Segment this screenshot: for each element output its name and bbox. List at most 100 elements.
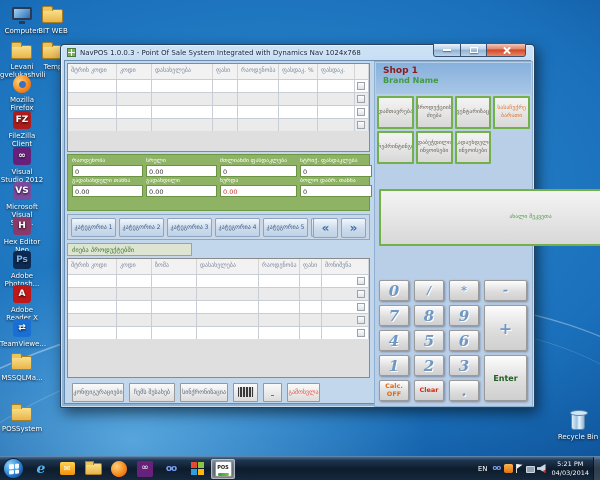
numpad-key-divide[interactable]: / bbox=[414, 280, 444, 301]
finish-button[interactable]: დამთავრება bbox=[377, 96, 414, 129]
paid-field[interactable]: 0.00 bbox=[146, 185, 217, 197]
numpad-key-4[interactable]: 4 bbox=[379, 330, 409, 351]
col-code: კოდი bbox=[117, 64, 152, 79]
table-row[interactable] bbox=[68, 326, 369, 339]
table-row[interactable] bbox=[68, 118, 369, 131]
table-row[interactable] bbox=[68, 300, 369, 313]
unpaid-invoices-button[interactable]: გადაუხდელი ინვოისები bbox=[454, 131, 492, 164]
desktop-icon-visual-studio-2012[interactable]: ∞ Visual Studio 2012 bbox=[0, 145, 44, 184]
numpad-key-9[interactable]: 9 bbox=[449, 305, 479, 326]
table-row[interactable] bbox=[68, 274, 369, 287]
show-desktop-button[interactable] bbox=[593, 456, 600, 480]
maximize-icon bbox=[469, 47, 478, 53]
table-row[interactable] bbox=[68, 287, 369, 300]
sync-button[interactable]: სინქრონიზაცია bbox=[180, 382, 228, 402]
underscore-button[interactable]: _ bbox=[263, 382, 282, 402]
change-field[interactable]: 0.00 bbox=[220, 185, 297, 197]
gift-card-button[interactable]: სასაჩუქრე ბარათი bbox=[493, 96, 530, 129]
tabs-prev-button[interactable]: « bbox=[313, 218, 338, 238]
tab-category-5[interactable]: კატეგორია 5 bbox=[263, 217, 308, 237]
numpad-key-5[interactable]: 5 bbox=[414, 330, 444, 351]
taskbar-explorer[interactable] bbox=[81, 459, 105, 479]
numpad-key-6[interactable]: 6 bbox=[449, 330, 479, 351]
desktop-icon-firefox[interactable]: Mozilla Firefox bbox=[0, 73, 44, 112]
taskbar-mail[interactable]: ✉ bbox=[55, 459, 79, 479]
reprinting-button[interactable]: რეპრინტინგი bbox=[377, 131, 414, 164]
taskbar-color-squares-app[interactable] bbox=[185, 459, 209, 479]
line-discount-field[interactable]: 0 bbox=[300, 165, 372, 177]
tab-category-4[interactable]: კატეგორია 4 bbox=[215, 217, 260, 237]
numpad-key-0[interactable]: 0 bbox=[379, 280, 409, 301]
tab-category-3[interactable]: კატეგორია 3 bbox=[167, 217, 212, 237]
row-checkbox[interactable] bbox=[357, 329, 365, 337]
taskbar-firefox[interactable] bbox=[107, 459, 131, 479]
numpad-key-7[interactable]: 7 bbox=[379, 305, 409, 326]
numpad-key-minus[interactable]: - bbox=[484, 280, 527, 301]
table-row[interactable] bbox=[68, 92, 369, 105]
numpad-key-multiply[interactable]: * bbox=[449, 280, 479, 301]
table-row[interactable] bbox=[68, 313, 369, 326]
qty-field[interactable]: 0 bbox=[72, 165, 143, 177]
exit-button[interactable]: გამოსვლა bbox=[287, 382, 320, 402]
total-field[interactable]: 0.00 bbox=[146, 165, 217, 177]
tray-app-icon[interactable] bbox=[503, 464, 513, 473]
taskbar-visual-studio[interactable]: ∞ bbox=[133, 459, 157, 479]
tray-teamviewer-icon[interactable]: oo bbox=[493, 464, 502, 473]
numpad-key-dot[interactable]: . bbox=[449, 380, 479, 401]
numpad-key-3[interactable]: 3 bbox=[449, 355, 479, 376]
overall-discount-field[interactable]: 0 bbox=[220, 165, 297, 177]
table-row[interactable] bbox=[68, 105, 369, 118]
calc-off-button[interactable]: Calc. OFF bbox=[379, 380, 409, 401]
taskbar-clock[interactable]: 5:21 PM 04/03/2014 bbox=[552, 460, 589, 477]
row-checkbox[interactable] bbox=[357, 121, 365, 129]
inventory-button[interactable]: ინვენტარიზაცია bbox=[454, 96, 492, 129]
row-checkbox[interactable] bbox=[357, 95, 365, 103]
payable-field[interactable]: 0.00 bbox=[72, 185, 143, 197]
row-checkbox[interactable] bbox=[357, 303, 365, 311]
network-icon[interactable] bbox=[525, 465, 535, 473]
taskbar-teamviewer[interactable]: oo bbox=[159, 459, 183, 479]
desktop-icon-teamviewer[interactable]: ⇄ TeamViewe... bbox=[0, 317, 46, 348]
teamviewer-icon: oo bbox=[165, 463, 177, 474]
numpad-key-8[interactable]: 8 bbox=[414, 305, 444, 326]
language-indicator[interactable]: EN bbox=[478, 465, 488, 473]
tab-category-1[interactable]: კატეგორია 1 bbox=[71, 217, 116, 237]
desktop-icon-mssql-folder[interactable]: MSSQLMa... bbox=[0, 351, 44, 382]
numpad-enter-button[interactable]: Enter bbox=[484, 355, 527, 401]
row-checkbox[interactable] bbox=[357, 108, 365, 116]
close-button[interactable] bbox=[487, 44, 526, 57]
right-panel: Shop 1 Brand Name ახალი შეკვეთა დამთავრე… bbox=[374, 61, 600, 407]
action-center-flag-icon[interactable] bbox=[515, 464, 524, 473]
last-return-field[interactable]: 0 bbox=[300, 185, 372, 197]
row-checkbox[interactable] bbox=[357, 277, 365, 285]
product-search-button[interactable]: პროდუქციის ძიება bbox=[415, 96, 453, 129]
desktop-icon-recycle-bin[interactable]: Recycle Bin bbox=[556, 410, 600, 441]
footer-toolbar: კონფიგურაციები ჩემს შესახებ სინქრონიზაცი… bbox=[67, 381, 370, 403]
about-button[interactable]: ჩემს შესახებ bbox=[129, 382, 175, 402]
on-screen-keyboard-button[interactable] bbox=[233, 382, 258, 402]
configurations-button[interactable]: კონფიგურაციები bbox=[72, 382, 124, 402]
desktop-icon-filezilla[interactable]: FZ FileZilla Client bbox=[0, 109, 44, 148]
tabs-next-button[interactable]: » bbox=[341, 218, 366, 238]
maximize-button[interactable] bbox=[461, 44, 487, 57]
desktop-icon-bitweb-folder[interactable]: BIT WEB bbox=[31, 4, 75, 35]
tab-category-2[interactable]: კატეგორია 2 bbox=[119, 217, 164, 237]
new-order-button[interactable]: ახალი შეკვეთა bbox=[379, 189, 600, 246]
numpad-key-plus[interactable]: + bbox=[484, 305, 527, 351]
taskbar-internet-explorer[interactable]: e bbox=[29, 459, 53, 479]
volume-muted-icon[interactable] bbox=[536, 464, 546, 473]
clear-button[interactable]: Clear bbox=[414, 380, 444, 401]
table-row[interactable] bbox=[68, 79, 369, 92]
taskbar-pos-system-active[interactable]: POS bbox=[211, 458, 235, 479]
minimize-button[interactable] bbox=[433, 44, 461, 57]
numpad-key-1[interactable]: 1 bbox=[379, 355, 409, 376]
row-checkbox[interactable] bbox=[357, 316, 365, 324]
numpad-key-2[interactable]: 2 bbox=[414, 355, 444, 376]
product-search-field[interactable]: ძიება პროდუქტებში bbox=[67, 243, 192, 256]
row-checkbox[interactable] bbox=[357, 290, 365, 298]
total-label: სრული bbox=[146, 158, 166, 164]
printed-invoices-button[interactable]: დაბეჭდილი ინვოისები bbox=[415, 131, 453, 164]
desktop-icon-possystem-folder[interactable]: POSSystem bbox=[0, 402, 44, 433]
start-button[interactable] bbox=[3, 458, 24, 479]
row-checkbox[interactable] bbox=[357, 82, 365, 90]
